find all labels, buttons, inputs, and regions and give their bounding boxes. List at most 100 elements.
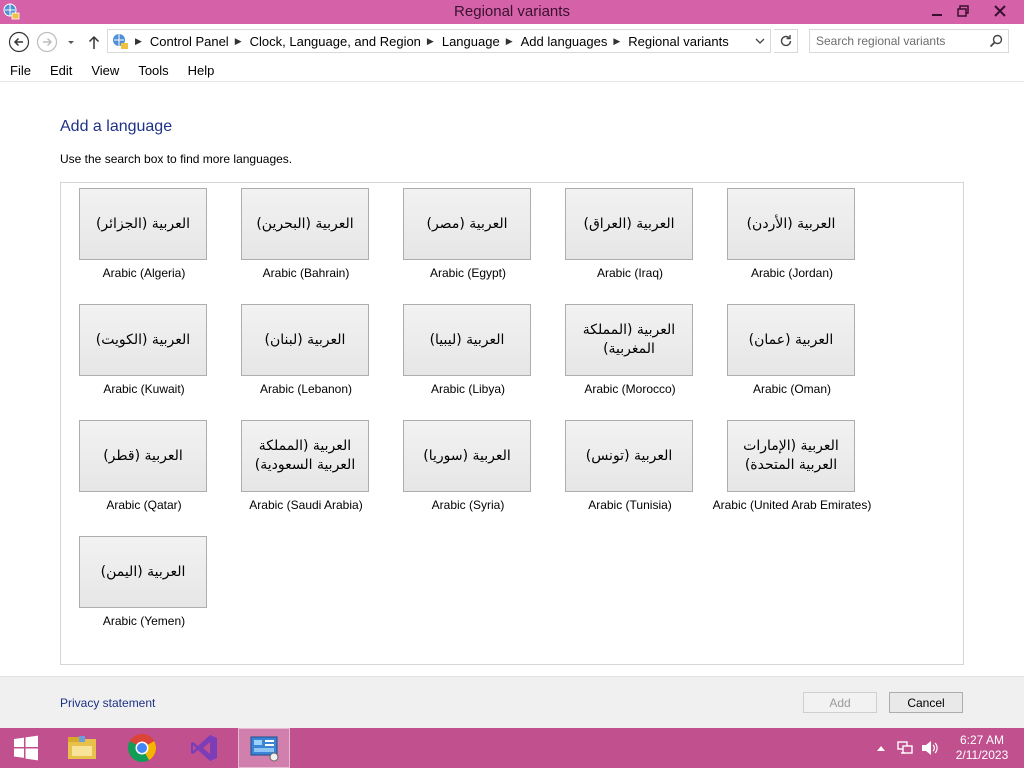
show-hidden-icons-icon[interactable] [874,728,888,768]
language-label: Arabic (Saudi Arabia) [249,498,363,512]
clock-date: 2/11/2023 [955,748,1009,762]
taskbar: 6:27 AM 2/11/2023 [0,728,1024,768]
language-tile-arabic-oman[interactable]: العربية (عمان) Arabic (Oman) [711,304,873,412]
file-explorer-icon[interactable] [56,728,108,768]
language-list: العربية (الجزائر) Arabic (Algeria) العرب… [60,182,964,665]
language-tile-arabic-saudi-arabia[interactable]: العربية (المملكة العربية السعودية) Arabi… [225,420,387,528]
language-button[interactable]: العربية (سوريا) [403,420,531,492]
language-label: Arabic (Egypt) [429,266,507,280]
menu-edit[interactable]: Edit [40,63,81,78]
native-name: العربية (الجزائر) [95,215,191,232]
language-button[interactable]: العربية (المملكة المغربية) [565,304,693,376]
native-name: العربية (الأردن) [746,215,836,232]
native-name: العربية (المملكة المغربية) [582,322,676,357]
visual-studio-icon[interactable] [178,728,230,768]
language-tile-arabic-bahrain[interactable]: العربية (البحرين) Arabic (Bahrain) [225,188,387,296]
menu-bar: File Edit View Tools Help [0,60,1024,82]
up-button[interactable] [84,31,104,53]
language-tile-arabic-lebanon[interactable]: العربية (لبنان) Arabic (Lebanon) [225,304,387,412]
breadcrumb-add-languages[interactable]: Add languages [521,34,608,49]
language-tile-arabic-tunisia[interactable]: العربية (تونس) Arabic (Tunisia) [549,420,711,528]
language-button[interactable]: العربية (الجزائر) [79,188,207,260]
language-label: Arabic (Tunisia) [588,498,672,512]
chevron-down-icon[interactable] [754,35,766,50]
language-button[interactable]: العربية (المملكة العربية السعودية) [241,420,369,492]
language-tile-arabic-egypt[interactable]: العربية (مصر) Arabic (Egypt) [387,188,549,296]
breadcrumb-language[interactable]: Language [442,34,500,49]
chevron-right-icon[interactable]: ▶ [613,36,620,47]
chevron-right-icon[interactable]: ▶ [427,36,434,47]
search-box[interactable] [809,29,1009,53]
language-button[interactable]: العربية (البحرين) [241,188,369,260]
language-label: Arabic (Yemen) [102,614,186,628]
address-bar[interactable]: ▶ Control Panel ▶ Clock, Language, and R… [107,29,771,53]
language-button[interactable]: العربية (مصر) [403,188,531,260]
menu-view[interactable]: View [81,63,128,78]
search-icon[interactable] [989,34,1003,51]
system-clock[interactable]: 6:27 AM 2/11/2023 [950,733,1014,763]
native-name: العربية (الكويت) [95,331,191,348]
language-button[interactable]: العربية (العراق) [565,188,693,260]
native-name: العربية (قطر) [103,447,183,464]
language-button[interactable]: العربية (الكويت) [79,304,207,376]
language-tile-arabic-syria[interactable]: العربية (سوريا) Arabic (Syria) [387,420,549,528]
breadcrumb-control-panel[interactable]: Control Panel [150,34,229,49]
forward-button[interactable] [36,31,58,53]
language-button[interactable]: العربية (عمان) [727,304,855,376]
language-label: Arabic (Qatar) [106,498,182,512]
native-name: العربية (سوريا) [423,447,511,464]
recent-locations-dropdown[interactable] [62,31,80,53]
native-name: العربية (ليبيا) [429,331,505,348]
menu-help[interactable]: Help [178,63,224,78]
control-panel-icon [111,32,129,50]
chevron-right-icon[interactable]: ▶ [235,36,242,47]
language-button[interactable]: العربية (لبنان) [241,304,369,376]
native-name: العربية (البحرين) [256,215,354,232]
back-button[interactable] [8,31,30,53]
clock-time: 6:27 AM [959,733,1005,747]
chrome-icon[interactable] [116,728,168,768]
native-name: العربية (الإمارات العربية المتحدة) [743,438,839,473]
language-button[interactable]: العربية (قطر) [79,420,207,492]
language-button[interactable]: العربية (الأردن) [727,188,855,260]
language-tile-arabic-yemen[interactable]: العربية (اليمن) Arabic (Yemen) [63,536,225,644]
window-title: Regional variants [454,3,570,20]
language-tile-arabic-uae[interactable]: العربية (الإمارات العربية المتحدة) Arabi… [711,420,873,528]
menu-tools[interactable]: Tools [128,63,177,78]
privacy-statement-link[interactable]: Privacy statement [60,696,155,710]
cancel-button[interactable]: Cancel [889,692,963,713]
volume-icon[interactable] [920,728,940,768]
language-label: Arabic (Libya) [430,382,506,396]
search-input[interactable] [810,34,985,48]
start-icon[interactable] [0,728,52,768]
language-button[interactable]: العربية (تونس) [565,420,693,492]
language-tile-arabic-algeria[interactable]: العربية (الجزائر) Arabic (Algeria) [63,188,225,296]
breadcrumb-regional-variants[interactable]: Regional variants [628,34,728,49]
navigation-bar: ▶ Control Panel ▶ Clock, Language, and R… [0,24,1024,60]
language-tile-arabic-morocco[interactable]: العربية (المملكة المغربية) Arabic (Moroc… [549,304,711,412]
network-icon[interactable] [896,728,916,768]
breadcrumb-clock-language-region[interactable]: Clock, Language, and Region [250,34,421,49]
chevron-right-icon[interactable]: ▶ [506,36,513,47]
language-label: Arabic (Iraq) [596,266,664,280]
refresh-button[interactable] [774,29,798,53]
close-button[interactable] [980,0,1020,22]
control-panel-icon[interactable] [238,728,290,768]
language-button[interactable]: العربية (اليمن) [79,536,207,608]
language-tile-arabic-libya[interactable]: العربية (ليبيا) Arabic (Libya) [387,304,549,412]
add-button[interactable]: Add [803,692,877,713]
native-name: العربية (لبنان) [264,331,346,348]
menu-file[interactable]: File [0,63,40,78]
page-title: Add a language [60,118,173,135]
language-label: Arabic (Kuwait) [103,382,185,396]
title-bar: Regional variants [0,0,1024,24]
language-button[interactable]: العربية (الإمارات العربية المتحدة) [727,420,855,492]
language-tile-arabic-iraq[interactable]: العربية (العراق) Arabic (Iraq) [549,188,711,296]
language-tile-arabic-kuwait[interactable]: العربية (الكويت) Arabic (Kuwait) [63,304,225,412]
chevron-right-icon[interactable]: ▶ [135,36,142,47]
restore-button[interactable] [948,0,978,22]
language-tile-arabic-jordan[interactable]: العربية (الأردن) Arabic (Jordan) [711,188,873,296]
language-tile-arabic-qatar[interactable]: العربية (قطر) Arabic (Qatar) [63,420,225,528]
language-button[interactable]: العربية (ليبيا) [403,304,531,376]
native-name: العربية (اليمن) [100,563,186,580]
